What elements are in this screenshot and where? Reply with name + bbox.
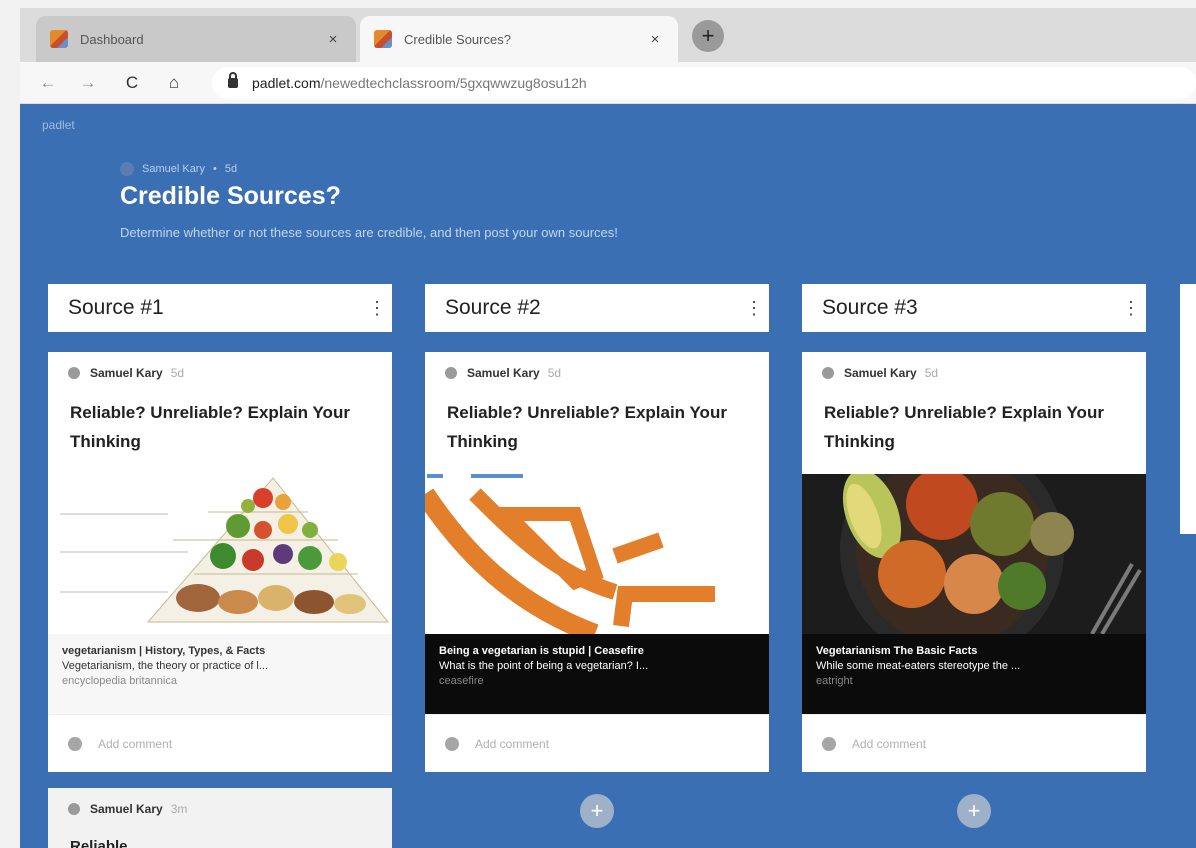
reload-icon[interactable]: C <box>120 71 144 95</box>
post-card[interactable]: Samuel Kary 3m Reliable <box>48 788 392 848</box>
home-icon[interactable]: ⌂ <box>162 71 186 95</box>
back-arrow-icon[interactable]: ← <box>36 71 60 95</box>
post-author: Samuel Kary <box>90 366 163 380</box>
post-card[interactable]: Samuel Kary 5d Reliable? Unreliable? Exp… <box>425 352 769 772</box>
add-comment-field[interactable]: Add comment <box>48 714 392 772</box>
lock-icon <box>228 72 238 88</box>
ceasefire-logo-image[interactable] <box>425 474 769 634</box>
link-preview[interactable]: vegetarianism | History, Types, & Facts … <box>48 634 392 714</box>
post-time: 5d <box>170 366 185 380</box>
board-author: Samuel Kary <box>142 163 205 175</box>
column-header: Source #3 ⋮ <box>802 284 1146 332</box>
post-title: Reliable? Unreliable? Explain Your Think… <box>70 403 350 451</box>
close-icon[interactable]: × <box>324 31 342 48</box>
link-source: encyclopedia britannica <box>62 675 177 687</box>
tab-dashboard[interactable]: Dashboard × <box>36 16 356 62</box>
post-author-row: Samuel Kary 5d <box>445 366 561 380</box>
post-author-row: Samuel Kary 5d <box>822 366 938 380</box>
tab-credible-sources[interactable]: Credible Sources? × <box>360 16 678 62</box>
column-source-3: Source #3 ⋮ <box>802 284 1146 332</box>
address-bar[interactable]: padlet.com/newedtechclassroom/5gxqwwzug8… <box>212 67 1196 99</box>
column-source-4-edge <box>1180 284 1196 534</box>
tab-label: Dashboard <box>80 31 144 47</box>
column-source-1: Source #1 ⋮ <box>48 284 392 332</box>
more-menu-icon[interactable]: ⋮ <box>745 298 763 319</box>
padlet-favicon-icon <box>50 30 68 48</box>
post-author: Samuel Kary <box>467 366 540 380</box>
post-title: Reliable <box>70 838 128 848</box>
separator-dot: • <box>212 163 217 175</box>
board-title: Credible Sources? <box>120 182 341 210</box>
column-source-2: Source #2 ⋮ <box>425 284 769 332</box>
add-post-button[interactable]: + <box>580 794 614 828</box>
new-tab-button[interactable]: + <box>692 20 724 52</box>
avatar-icon <box>68 736 82 751</box>
post-time: 5d <box>547 366 562 380</box>
column-header: Source #1 ⋮ <box>48 284 392 332</box>
column-header: Source #2 ⋮ <box>425 284 769 332</box>
avatar-icon <box>822 736 836 751</box>
link-source: ceasefire <box>439 675 484 687</box>
comment-placeholder: Add comment <box>852 736 927 751</box>
post-author-row: Samuel Kary 5d <box>68 366 184 380</box>
link-description: Vegetarianism, the theory or practice of… <box>62 660 269 672</box>
comment-placeholder: Add comment <box>98 736 173 751</box>
post-author-row: Samuel Kary 3m <box>68 802 187 816</box>
link-title: Being a vegetarian is stupid | Ceasefire <box>439 645 644 657</box>
post-card[interactable]: Samuel Kary 5d Reliable? Unreliable? Exp… <box>802 352 1146 772</box>
post-title: Reliable? Unreliable? Explain Your Think… <box>447 403 727 451</box>
avatar-icon <box>822 367 834 379</box>
link-preview[interactable]: Being a vegetarian is stupid | Ceasefire… <box>425 634 769 714</box>
board-description: Determine whether or not these sources a… <box>120 225 618 240</box>
forward-arrow-icon[interactable]: → <box>76 71 100 95</box>
padlet-favicon-icon <box>374 30 392 48</box>
column-title: Source #3 <box>822 296 918 319</box>
link-title: vegetarianism | History, Types, & Facts <box>62 645 266 657</box>
board-author-row: Samuel Kary • 5d <box>120 162 237 176</box>
more-menu-icon[interactable]: ⋮ <box>1122 298 1140 319</box>
close-icon[interactable]: × <box>646 31 664 48</box>
link-preview[interactable]: Vegetarianism The Basic Facts While some… <box>802 634 1146 714</box>
tab-label: Credible Sources? <box>404 31 511 47</box>
post-author: Samuel Kary <box>90 802 163 816</box>
add-post-button[interactable]: + <box>957 794 991 828</box>
add-comment-field[interactable]: Add comment <box>425 714 769 772</box>
browser-window: Dashboard × Credible Sources? × + ← → C … <box>20 8 1196 848</box>
more-menu-icon[interactable]: ⋮ <box>368 298 386 319</box>
tab-strip: Dashboard × Credible Sources? × + <box>20 8 1196 62</box>
browser-toolbar: ← → C ⌂ padlet.com/newedtechclassroom/5g… <box>20 62 1196 104</box>
avatar <box>120 162 134 176</box>
padlet-board: padlet Samuel Kary • 5d Credible Sources… <box>20 104 1196 848</box>
salad-bowl-image[interactable] <box>802 474 1146 634</box>
post-title: Reliable? Unreliable? Explain Your Think… <box>824 403 1104 451</box>
post-time: 5d <box>924 366 939 380</box>
avatar-icon <box>68 367 80 379</box>
url-path: /newedtechclassroom/5gxqwwzug8osu12h <box>320 75 587 91</box>
add-comment-field[interactable]: Add comment <box>802 714 1146 772</box>
avatar-icon <box>445 736 459 751</box>
board-age: 5d <box>224 163 238 175</box>
post-time: 3m <box>170 802 188 816</box>
post-card[interactable]: Samuel Kary 5d Reliable? Unreliable? Exp… <box>48 352 392 772</box>
avatar-icon <box>445 367 457 379</box>
url-domain: padlet.com <box>252 75 321 91</box>
column-title: Source #1 <box>68 296 164 319</box>
link-source: eatright <box>816 675 853 687</box>
link-description: While some meat-eaters stereotype the ..… <box>816 660 1021 672</box>
padlet-logo[interactable]: padlet <box>42 118 75 132</box>
post-author: Samuel Kary <box>844 366 917 380</box>
column-title: Source #2 <box>445 296 541 319</box>
link-description: What is the point of being a vegetarian?… <box>439 660 649 672</box>
avatar-icon <box>68 803 80 815</box>
comment-placeholder: Add comment <box>475 736 550 751</box>
food-pyramid-image[interactable] <box>48 474 392 634</box>
link-title: Vegetarianism The Basic Facts <box>816 645 978 657</box>
